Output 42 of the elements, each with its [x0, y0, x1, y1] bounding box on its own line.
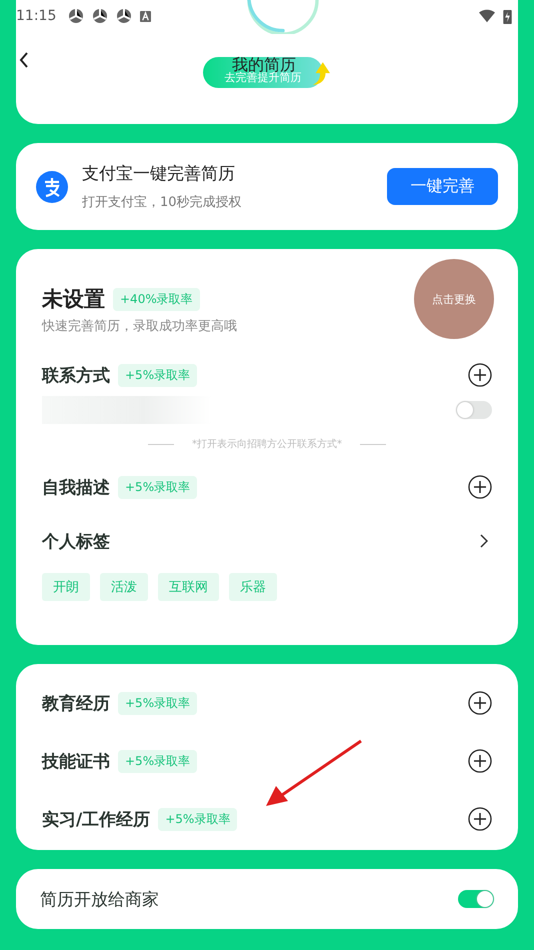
notification-icon	[92, 8, 108, 24]
alipay-icon	[36, 170, 68, 202]
add-icon[interactable]	[468, 807, 492, 831]
personal-tag: 开朗	[42, 573, 90, 601]
notification-icon	[68, 8, 84, 24]
open-to-business-label: 简历开放给商家	[40, 888, 159, 910]
personal-tag: 互联网	[158, 573, 219, 601]
wifi-icon	[479, 8, 495, 24]
open-to-business-toggle[interactable]	[458, 890, 494, 908]
notification-icon	[116, 8, 132, 24]
section-title: 技能证书	[42, 750, 110, 772]
chevron-right-icon[interactable]	[480, 534, 488, 548]
personal-tag: 乐器	[229, 573, 277, 601]
avatar-photo-placeholder[interactable]: 点击更换	[414, 259, 494, 339]
alipay-title: 支付宝一键完善简历	[82, 163, 236, 185]
add-icon[interactable]	[468, 363, 492, 387]
rate-badge: +5%录取率	[118, 750, 198, 772]
add-icon[interactable]	[468, 691, 492, 715]
personal-tag: 活泼	[100, 573, 148, 601]
section-title: 实习/工作经历	[42, 808, 150, 830]
rate-badge: +5%录取率	[118, 476, 198, 498]
add-icon[interactable]	[468, 475, 492, 499]
change-avatar-label: 点击更换	[432, 292, 476, 306]
rate-badge: +5%录取率	[118, 692, 198, 714]
add-icon[interactable]	[468, 749, 492, 773]
battery-icon	[503, 8, 512, 24]
alipay-subtitle: 打开支付宝，10秒完成授权	[82, 194, 243, 211]
profile-hint: 快速完善简历，录取成功率更高哦	[42, 318, 238, 335]
one-click-complete-button[interactable]: 一键完善	[387, 168, 498, 205]
section-title: 自我描述	[42, 476, 110, 498]
public-contact-toggle[interactable]	[456, 401, 492, 419]
section-title: 联系方式	[42, 364, 110, 386]
rate-badge: +5%录取率	[118, 364, 198, 386]
back-icon[interactable]	[19, 51, 29, 69]
name-text: 未设置	[42, 286, 105, 313]
keyboard-icon	[140, 10, 152, 22]
status-time: 11:15	[16, 8, 56, 24]
rate-badge: +5%录取率	[158, 808, 238, 830]
rate-badge: +40%录取率	[113, 288, 200, 310]
section-title: 教育经历	[42, 692, 110, 714]
section-title: 个人标签	[42, 530, 110, 552]
contact-note: *打开表示向招聘方公开联系方式*	[192, 438, 342, 451]
